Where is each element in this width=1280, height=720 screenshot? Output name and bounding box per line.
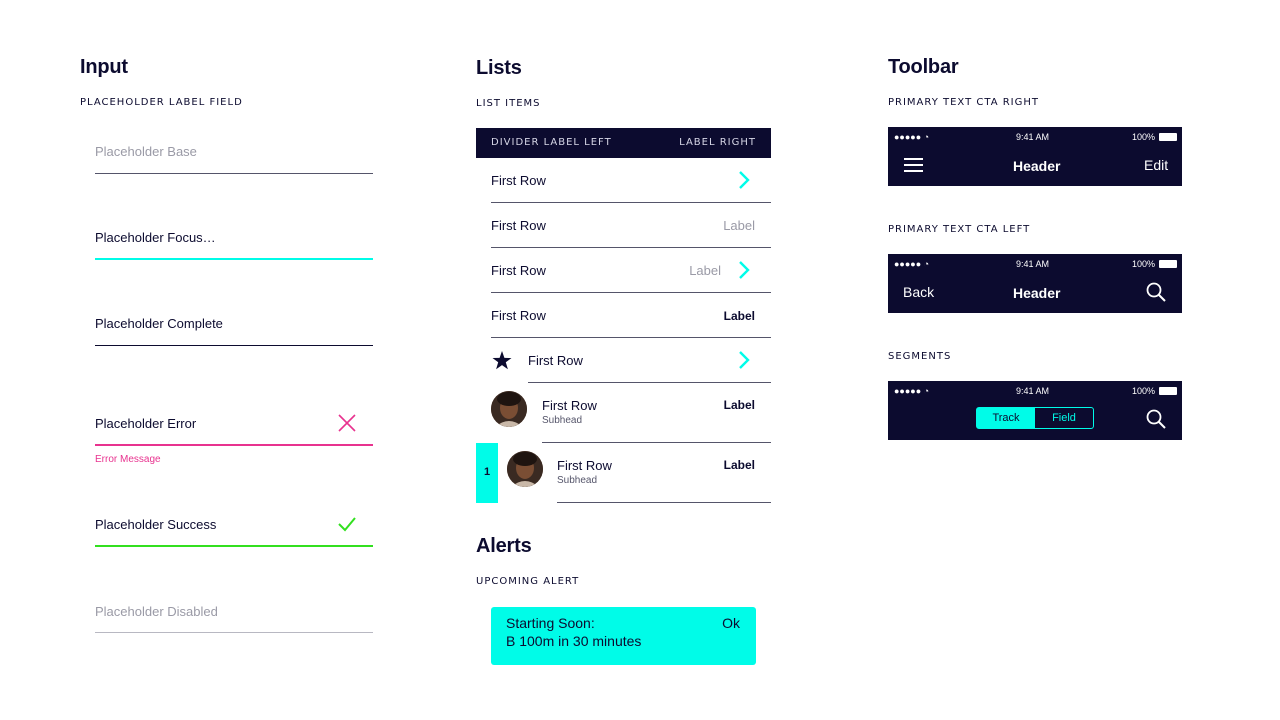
list-item-subhead: Subhead — [542, 415, 583, 426]
status-time: 9:41 AM — [1016, 386, 1050, 396]
base-input-placeholder: Placeholder Base — [95, 144, 197, 159]
divider-label-right: LABEL RIGHT — [679, 137, 756, 148]
list-item-label: Label — [689, 263, 721, 278]
success-input-value: Placeholder Success — [95, 517, 217, 532]
search-icon[interactable] — [1146, 282, 1166, 302]
list-item[interactable]: First Row Label — [476, 203, 771, 248]
disabled-input-placeholder: Placeholder Disabled — [95, 604, 218, 619]
disabled-input-field: Placeholder Disabled — [95, 600, 373, 636]
success-input-field[interactable]: Placeholder Success — [95, 512, 373, 550]
chevron-right-icon — [739, 171, 750, 189]
chevron-right-icon — [739, 261, 750, 279]
toolbar-cta-right: ●●●●● ◔ 9:41 AM 100% Header Edit — [888, 127, 1182, 186]
list-item-label: Label — [723, 458, 755, 472]
base-input-field[interactable]: Placeholder Base — [95, 140, 373, 176]
star-icon — [492, 351, 512, 370]
toolbar-section-title: Toolbar — [888, 56, 959, 78]
complete-input-field[interactable]: Placeholder Complete — [95, 312, 373, 348]
complete-input-underline — [95, 345, 373, 346]
base-input-underline — [95, 173, 373, 174]
alerts-section-title: Alerts — [476, 535, 532, 557]
segment-track[interactable]: Track — [977, 408, 1035, 428]
segment-field[interactable]: Field — [1035, 408, 1093, 428]
list-item-subhead: Subhead — [557, 475, 598, 486]
complete-input-value: Placeholder Complete — [95, 316, 223, 331]
alert-line-2: B 100m in 30 minutes — [506, 633, 642, 649]
battery-icon — [1159, 133, 1177, 141]
alerts-caption: UPCOMING ALERT — [476, 576, 580, 587]
error-input-underline — [95, 444, 373, 446]
error-message: Error Message — [95, 454, 161, 465]
battery-icon — [1159, 387, 1177, 395]
status-time: 9:41 AM — [1016, 259, 1050, 269]
check-icon — [338, 517, 356, 532]
list-item-title: First Row — [491, 308, 546, 323]
list-item-label: Label — [723, 309, 755, 323]
focus-input-underline — [95, 258, 373, 260]
toolbar-caption-right: PRIMARY TEXT CTA RIGHT — [888, 97, 1039, 108]
list-item[interactable]: First Row Label — [476, 248, 771, 293]
alert-ok-button[interactable]: Ok — [722, 615, 740, 631]
status-battery-percent: 100% — [1132, 386, 1156, 396]
toolbar-caption-segments: SEGMENTS — [888, 351, 952, 362]
list-item-title: First Row — [491, 173, 546, 188]
avatar — [507, 451, 543, 487]
list-item-title: First Row — [542, 398, 597, 413]
edit-button[interactable]: Edit — [1144, 157, 1168, 173]
list-item[interactable]: 1 First Row Subhead Label — [476, 443, 771, 503]
toolbar-header: Header — [1013, 285, 1061, 301]
divider-label-left: DIVIDER LABEL LEFT — [491, 137, 612, 148]
list-item[interactable]: First Row — [476, 338, 771, 383]
error-input-value: Placeholder Error — [95, 416, 197, 431]
focus-input-value: Placeholder Focus… — [95, 230, 216, 245]
list-item-title: First Row — [491, 218, 546, 233]
focus-input-field[interactable]: Placeholder Focus… — [95, 226, 373, 262]
toolbar-header: Header — [1013, 158, 1061, 174]
toolbar-caption-left: PRIMARY TEXT CTA LEFT — [888, 224, 1031, 235]
list-item[interactable]: First Row Label — [476, 293, 771, 338]
signal-icon: ●●●●● ◔ — [894, 386, 930, 396]
status-battery-percent: 100% — [1132, 259, 1156, 269]
list-item[interactable]: First Row — [476, 158, 771, 203]
signal-icon: ●●●●● ◔ — [894, 259, 930, 269]
toolbar-segments: ●●●●● ◔ 9:41 AM 100% Track Field — [888, 381, 1182, 440]
input-caption: PLACEHOLDER LABEL FIELD — [80, 97, 243, 108]
list-items: DIVIDER LABEL LEFT LABEL RIGHT First Row… — [476, 128, 771, 508]
close-icon[interactable] — [337, 413, 357, 433]
battery-icon — [1159, 260, 1177, 268]
row-divider — [557, 502, 771, 503]
list-divider: DIVIDER LABEL LEFT LABEL RIGHT — [476, 128, 771, 158]
alert-line-1: Starting Soon: — [506, 615, 595, 631]
lists-section-title: Lists — [476, 57, 522, 79]
upcoming-alert: Starting Soon: B 100m in 30 minutes Ok — [491, 607, 756, 665]
list-item-label: Label — [723, 218, 755, 233]
status-battery-percent: 100% — [1132, 132, 1156, 142]
disabled-input-underline — [95, 632, 373, 633]
segmented-control: Track Field — [976, 407, 1094, 429]
list-item-title: First Row — [528, 353, 583, 368]
menu-icon[interactable] — [904, 157, 924, 173]
success-input-underline — [95, 545, 373, 547]
chevron-right-icon — [739, 351, 750, 369]
toolbar-cta-left: ●●●●● ◔ 9:41 AM 100% Back Header — [888, 254, 1182, 313]
avatar — [491, 391, 527, 427]
signal-icon: ●●●●● ◔ — [894, 132, 930, 142]
search-icon[interactable] — [1146, 409, 1166, 429]
status-time: 9:41 AM — [1016, 132, 1050, 142]
list-item[interactable]: First Row Subhead Label — [476, 383, 771, 443]
error-input-field[interactable]: Placeholder Error — [95, 410, 373, 448]
list-item-title: First Row — [557, 458, 612, 473]
list-item-title: First Row — [491, 263, 546, 278]
back-button[interactable]: Back — [903, 284, 934, 300]
list-item-label: Label — [723, 398, 755, 412]
lists-caption: LIST ITEMS — [476, 98, 541, 109]
rank-badge: 1 — [476, 443, 498, 503]
input-section-title: Input — [80, 56, 128, 78]
rank-number: 1 — [484, 466, 491, 478]
